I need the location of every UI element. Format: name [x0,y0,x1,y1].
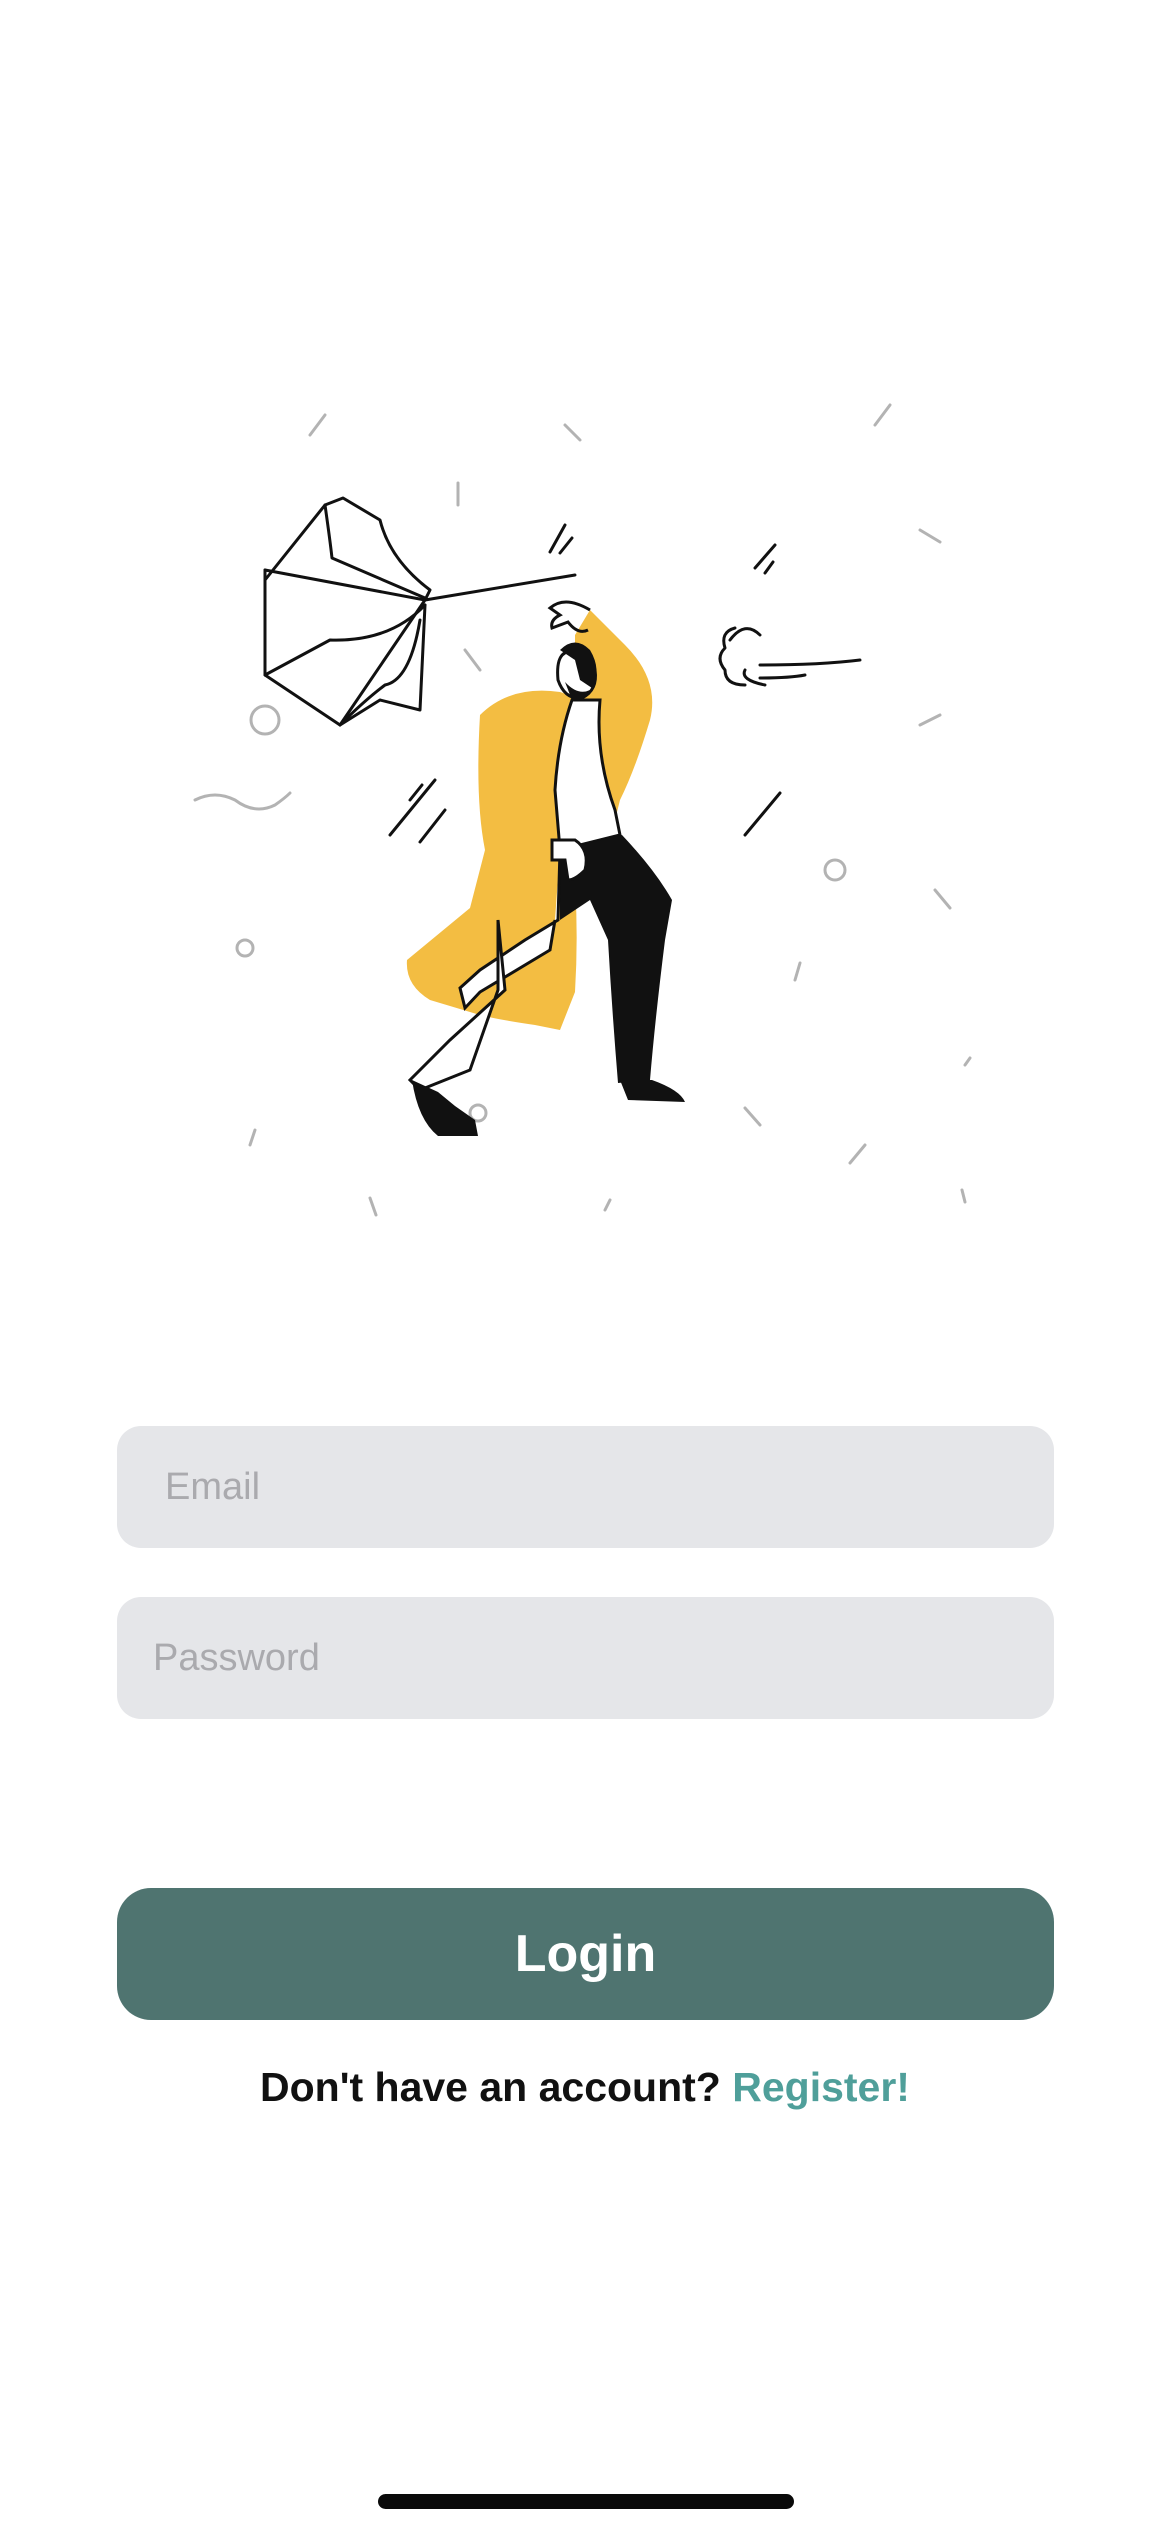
email-field[interactable] [117,1426,1054,1548]
register-link[interactable]: Register! [732,2064,910,2110]
register-question: Don't have an account? [260,2064,721,2110]
password-field[interactable] [117,1597,1054,1719]
home-indicator[interactable] [378,2494,794,2509]
man-with-broken-umbrella-illustration [193,403,972,1217]
register-prompt: Don't have an account? Register! [0,2064,1170,2111]
login-button[interactable]: Login [117,1888,1054,2020]
